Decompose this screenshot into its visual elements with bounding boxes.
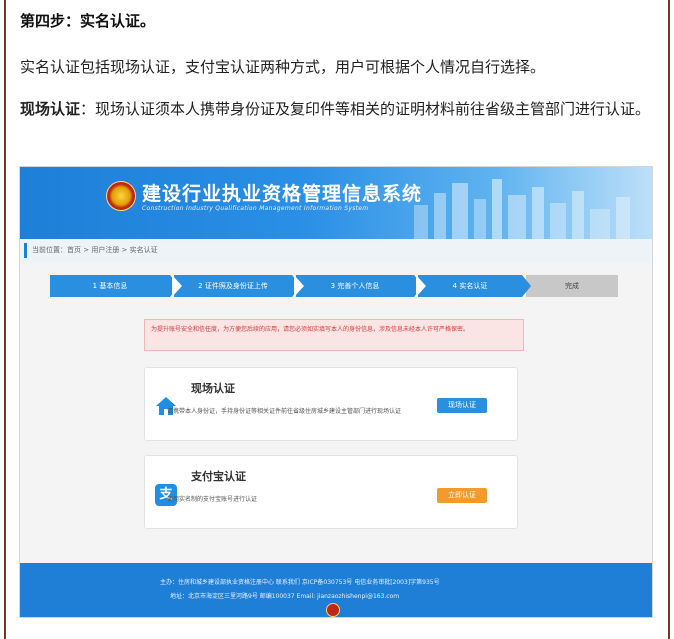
step-complete: 完成 (526, 275, 618, 297)
breadcrumb-marker (24, 243, 27, 258)
onsite-label: 现场认证 (20, 100, 81, 118)
breadcrumb: 当前位置：首页 > 用户注册 > 实名认证 (32, 246, 158, 254)
police-badge-icon (326, 603, 340, 617)
step-real-name: 4 实名认证 (418, 275, 522, 297)
onsite-text: ：现场认证须本人携带身份证及复印件等相关的证明材料前往省级主管部门进行认证。 (80, 100, 651, 118)
security-notice: 为提升账号安全和信任度，为方便您后续的应用，请您必须如实填写本人的身份信息，涉及… (144, 319, 524, 351)
onsite-auth-card: 现场认证 请携带本人身份证，手持身份证等相关证件前往省级住房城乡建设主管部门进行… (144, 367, 518, 441)
system-header: 建设行业执业资格管理信息系统 Construction Industry Qua… (20, 167, 652, 239)
onsite-auth-title: 现场认证 (191, 382, 235, 395)
step-personal-info: 3 完善个人信息 (296, 275, 414, 297)
onsite-paragraph: 现场认证：现场认证须本人携带身份证及复印件等相关的证明材料前往省级主管部门进行认… (20, 94, 656, 124)
step-upload: 2 证件照及身份证上传 (174, 275, 292, 297)
step-arrow (522, 275, 531, 297)
alipay-auth-title: 支付宝认证 (191, 470, 246, 483)
system-footer: 主办：住房和城乡建设部执业资格注册中心 联系我们 京ICP备030753号 电信… (20, 563, 652, 617)
step-heading: 第四步：实名认证。 (20, 12, 156, 30)
national-emblem-icon (106, 181, 136, 211)
onsite-auth-desc: 请携带本人身份证，手持身份证等相关证件前往省级住房城乡建设主管部门进行现场认证 (167, 408, 402, 415)
step-basic-info: 1 基本信息 (50, 275, 170, 297)
alipay-auth-button[interactable]: 立即认证 (437, 488, 487, 503)
step-separator (416, 275, 426, 297)
alipay-auth-desc: 使用实名制的支付宝账号进行认证 (167, 496, 258, 503)
alipay-auth-card: 支 支付宝认证 使用实名制的支付宝账号进行认证 立即认证 (144, 455, 518, 529)
onsite-auth-button[interactable]: 现场认证 (437, 398, 487, 413)
footer-sponsor-line: 主办：住房和城乡建设部执业资格注册中心 联系我们 京ICP备030753号 电信… (160, 579, 440, 586)
step-separator (172, 275, 182, 297)
intro-paragraph: 实名认证包括现场认证，支付宝认证两种方式，用户可根据个人情况自行选择。 (20, 58, 546, 76)
system-title: 建设行业执业资格管理信息系统 (142, 183, 423, 205)
system-subtitle: Construction Industry Qualification Mana… (142, 205, 369, 212)
step-separator (294, 275, 304, 297)
skyline-illustration (414, 179, 630, 239)
progress-steps: 1 基本信息 2 证件照及身份证上传 3 完善个人信息 4 实名认证 完成 (50, 275, 618, 297)
embedded-screenshot: 建设行业执业资格管理信息系统 Construction Industry Qua… (19, 166, 653, 618)
footer-address-line: 地址：北京市海淀区三里河路9号 邮编100037 Email: jianzaoz… (170, 593, 400, 600)
